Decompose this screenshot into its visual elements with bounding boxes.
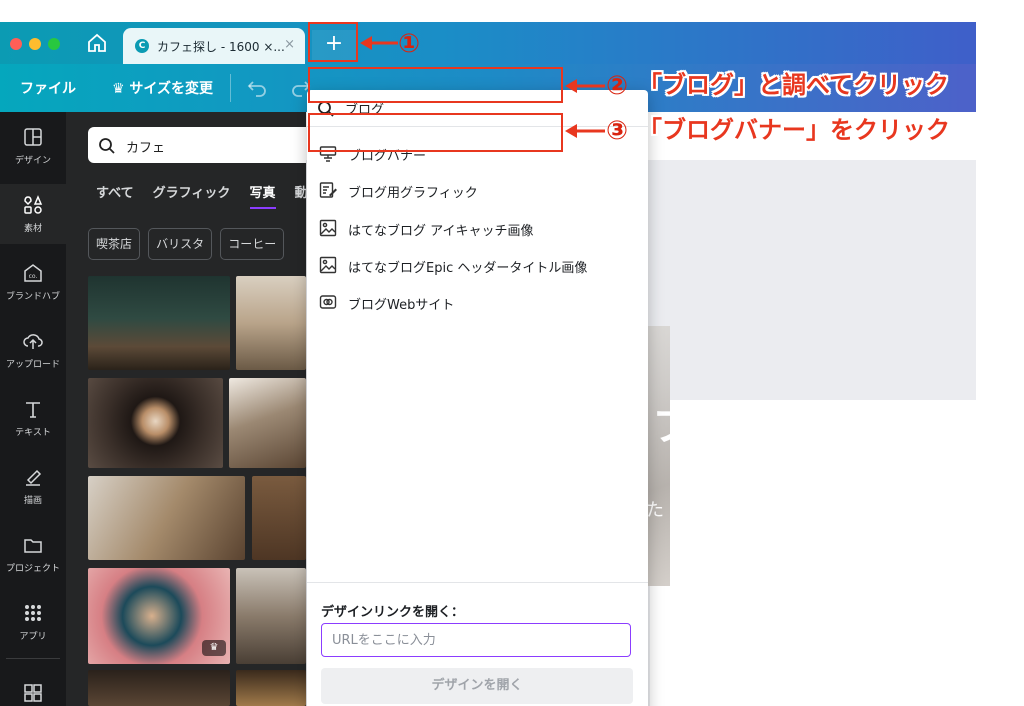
filter-tabs: すべて グラフィック 写真 動画 xyxy=(96,182,335,209)
sidebar-item-label: プロジェクト xyxy=(5,564,60,574)
brand-hub-icon: co. xyxy=(24,264,42,282)
sidebar-divider xyxy=(6,658,60,659)
step3-number: ③ xyxy=(606,116,629,146)
photo-wood-surface[interactable] xyxy=(252,476,306,560)
window-close-dot[interactable] xyxy=(10,38,22,50)
result-hatena-epic-header[interactable]: はてなブログEpic ヘッダータイトル画像 xyxy=(307,247,648,284)
window-minimize-dot[interactable] xyxy=(29,38,41,50)
panel-search-input[interactable]: カフェ xyxy=(88,127,328,163)
home-icon[interactable] xyxy=(85,31,109,55)
result-blog-graphic[interactable]: ブログ用グラフィック xyxy=(307,172,648,209)
text-icon xyxy=(26,402,40,418)
browser-tab-bar: C カフェ探し - 1600 ×... × + xyxy=(0,22,976,64)
website-icon xyxy=(319,295,337,309)
result-hatena-eyecatch[interactable]: はてなブログ アイキャッチ画像 xyxy=(307,210,648,247)
photo-bar-interior[interactable] xyxy=(88,670,230,706)
sidebar-item-upload[interactable]: アップロード xyxy=(0,320,66,380)
step3-instruction: 「ブログバナー」をクリック xyxy=(638,116,950,144)
photo-espresso-pink[interactable]: ♛ xyxy=(88,568,230,664)
photo-cafe-terrace[interactable] xyxy=(236,276,306,370)
grid-icon xyxy=(24,684,42,702)
image-icon xyxy=(319,219,337,237)
photo-cafe-interior[interactable] xyxy=(88,276,230,370)
graphic-edit-icon xyxy=(319,182,337,198)
step2-number: ② xyxy=(606,71,629,101)
filter-tab-graphics[interactable]: グラフィック xyxy=(153,182,231,201)
sidebar-item-label: 素材 xyxy=(23,224,42,234)
result-label: はてなブログ アイキャッチ画像 xyxy=(348,224,534,239)
image-icon xyxy=(319,256,337,274)
result-label: はてなブログEpic ヘッダータイトル画像 xyxy=(348,261,588,276)
photo-coffee-table[interactable] xyxy=(229,378,306,468)
sidebar-item-design[interactable]: デザイン xyxy=(0,116,66,176)
tab-close-icon[interactable]: × xyxy=(284,37,295,52)
sidebar-item-draw[interactable]: 描画 xyxy=(0,456,66,516)
sidebar-item-brand-hub[interactable]: co. ブランドハブ xyxy=(0,252,66,312)
open-link-title: デザインリンクを開く： xyxy=(321,605,465,620)
step1-number: ① xyxy=(398,29,421,59)
elements-icon xyxy=(24,195,43,214)
sidebar-item-text[interactable]: テキスト xyxy=(0,388,66,448)
step2-instruction: 「ブログ」と調べてクリック xyxy=(638,71,950,99)
sidebar-item-projects[interactable]: プロジェクト xyxy=(0,524,66,584)
premium-crown-icon: ♛ xyxy=(202,640,226,656)
highlight-search-field xyxy=(308,67,563,103)
svg-text:co.: co. xyxy=(29,273,38,280)
result-blog-website[interactable]: ブログWebサイト xyxy=(307,284,648,321)
design-url-input[interactable] xyxy=(321,623,631,657)
sidebar-item-grid[interactable] xyxy=(0,672,66,706)
tab-title: カフェ探し - 1600 ×... xyxy=(157,40,285,54)
sidebar-item-label: ブランドハブ xyxy=(5,292,60,302)
layout-icon xyxy=(24,128,42,146)
window-zoom-dot[interactable] xyxy=(48,38,60,50)
arrow-step1-icon xyxy=(360,36,398,50)
sidebar-item-apps[interactable]: アプリ xyxy=(0,592,66,652)
sidebar-item-label: デザイン xyxy=(14,156,51,166)
result-label: ブログWebサイト xyxy=(348,298,455,313)
highlight-blog-banner xyxy=(308,113,563,152)
chip-kissaten[interactable]: 喫茶店 xyxy=(88,228,141,260)
sidebar-item-elements[interactable]: 素材 xyxy=(0,184,66,244)
canva-logo-icon: C xyxy=(135,39,149,53)
photo-cafe-counter[interactable] xyxy=(236,568,306,664)
sidebar-item-label: 描画 xyxy=(23,496,42,506)
elements-panel: カフェ すべて グラフィック 写真 動画 喫茶店 バリスタ コーヒー ♛ xyxy=(66,112,328,706)
sidebar-item-label: テキスト xyxy=(15,428,51,438)
draw-icon xyxy=(26,469,42,486)
result-label: ブログ用グラフィック xyxy=(348,186,478,201)
open-design-button[interactable]: デザインを開く xyxy=(321,668,633,704)
chip-barista[interactable]: バリスタ xyxy=(148,228,213,260)
header-divider xyxy=(230,74,231,102)
upload-icon xyxy=(23,334,43,349)
arrow-step2-icon xyxy=(565,79,605,93)
highlight-new-tab xyxy=(308,22,358,62)
create-design-dropdown: ブログ ブログバナー ブログ用グラフィック はてなブログ アイキャッチ画像 はて… xyxy=(307,90,648,706)
chip-coffee[interactable]: コーヒー xyxy=(220,228,285,260)
filter-tab-photos[interactable]: 写真 xyxy=(249,182,276,209)
photo-warm-lights[interactable] xyxy=(236,670,306,706)
arrow-step3-icon xyxy=(565,124,605,138)
browser-tab[interactable]: C カフェ探し - 1600 ×... × xyxy=(123,28,305,64)
resize-button[interactable]: ♛ サイズを変更 xyxy=(112,78,213,98)
filter-tab-all[interactable]: すべて xyxy=(96,182,134,201)
search-icon xyxy=(99,138,115,154)
apps-icon xyxy=(25,605,41,621)
folder-icon xyxy=(24,539,42,553)
photo-reading-book[interactable] xyxy=(88,476,245,560)
photo-latte-art[interactable] xyxy=(88,378,223,468)
undo-icon[interactable] xyxy=(246,76,268,98)
design-page xyxy=(650,400,976,706)
sidebar-item-label: アプリ xyxy=(19,632,47,642)
file-menu[interactable]: ファイル xyxy=(20,78,76,98)
suggestion-chips: 喫茶店 バリスタ コーヒー xyxy=(88,228,287,260)
panel-search-value: カフェ xyxy=(126,141,166,156)
left-sidebar: デザイン 素材 co. ブランドハブ アップロード テキスト 描画 プロジェクト xyxy=(0,112,66,706)
open-design-link-section: デザインリンクを開く： デザインを開く xyxy=(307,582,648,706)
sidebar-item-label: アップロード xyxy=(5,360,60,370)
